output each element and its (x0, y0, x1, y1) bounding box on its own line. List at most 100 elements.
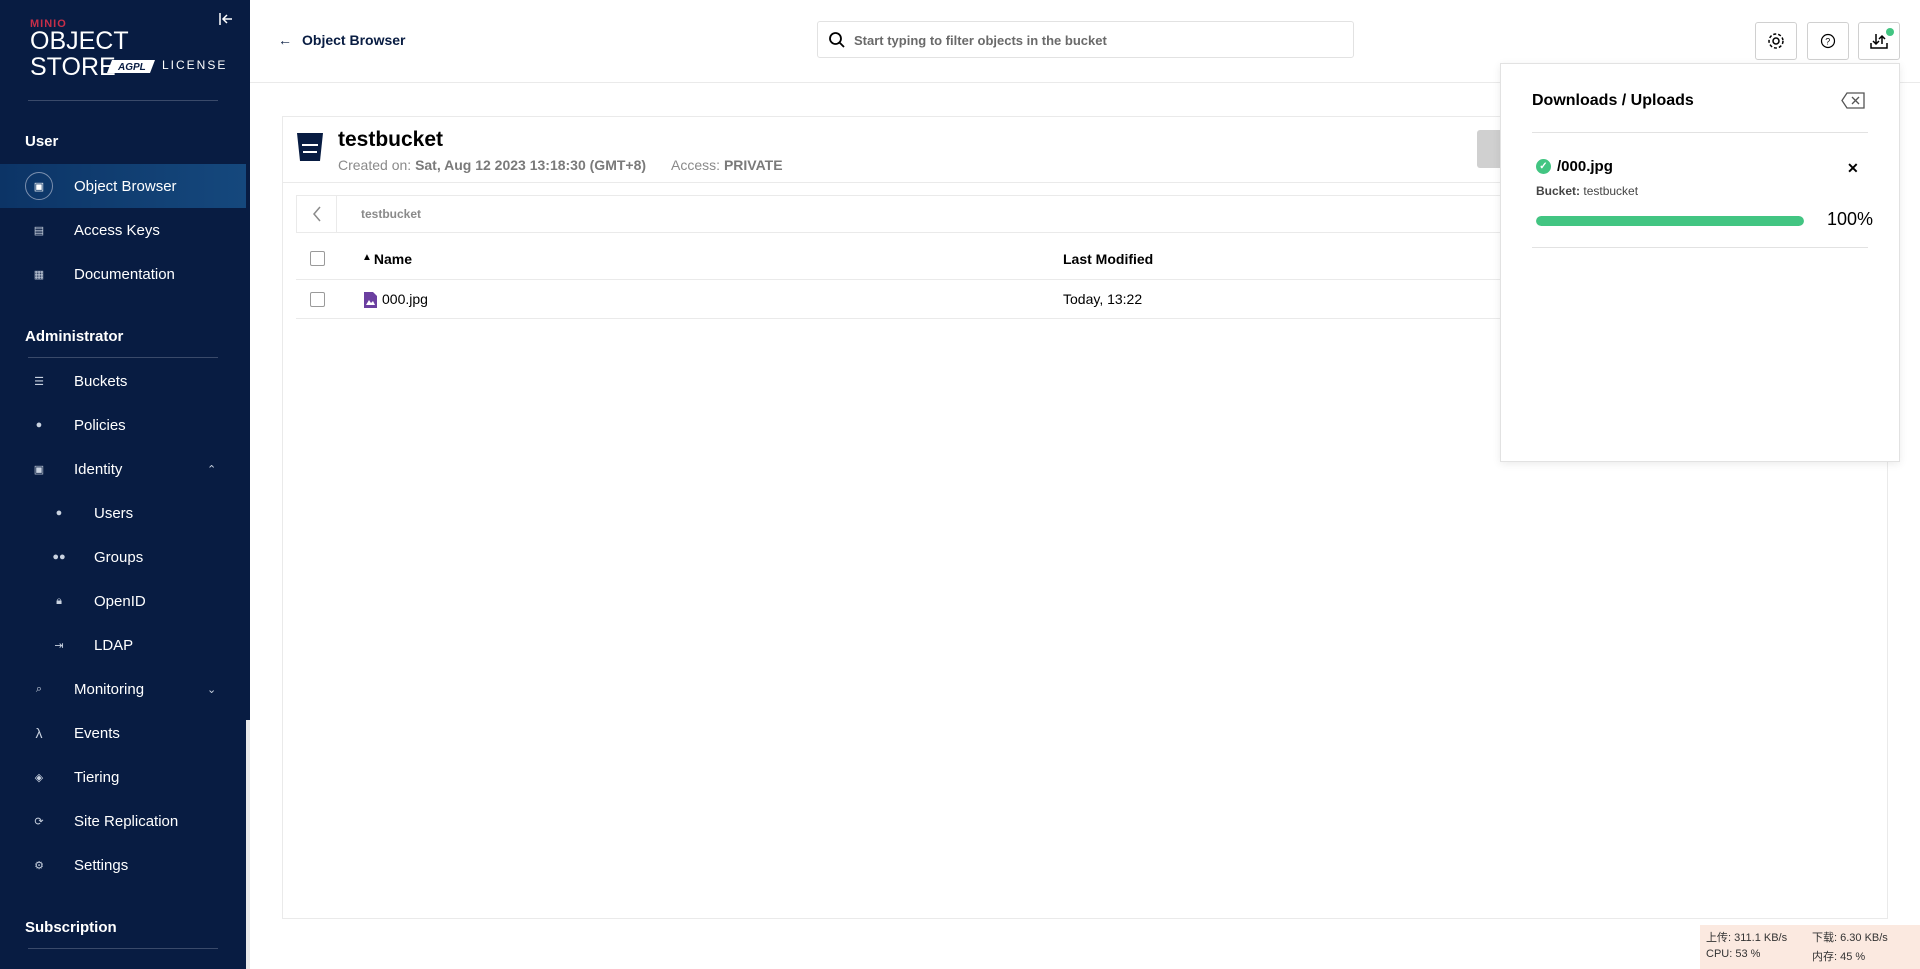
identity-icon: ▣ (33, 463, 45, 476)
progress-fill (1536, 216, 1804, 226)
sidebar-item-documentation[interactable]: ▦ Documentation (0, 252, 246, 296)
collapse-sidebar-icon[interactable] (218, 12, 236, 28)
bucket-name: testbucket (338, 128, 444, 151)
column-modified-header[interactable]: Last Modified (1063, 251, 1153, 267)
sidebar-divider (28, 948, 218, 949)
created-value: Sat, Aug 12 2023 13:18:30 (GMT+8) (415, 157, 647, 173)
sidebar-scrollbar[interactable] (246, 0, 250, 969)
scrollbar-thumb[interactable] (246, 0, 250, 720)
bucket-icon (297, 133, 323, 161)
back-to-object-browser-link[interactable]: ← Object Browser (278, 32, 405, 48)
check-circle-icon: ✓ (1536, 159, 1551, 174)
groups-icon: ●● (52, 551, 66, 563)
login-icon: ⇥ (54, 639, 64, 652)
gear-icon (1768, 33, 1784, 49)
transfer-bucket: Bucket: testbucket (1536, 184, 1638, 198)
download-speed: 下载: 6.30 KB/s (1812, 932, 1888, 944)
agpl-badge-icon: AGPL (107, 60, 155, 73)
access-value: PRIVATE (723, 157, 783, 173)
clear-all-icon[interactable] (1841, 92, 1865, 109)
sidebar-item-buckets[interactable]: ☰ Buckets (0, 359, 246, 403)
documentation-icon: ▦ (33, 268, 45, 281)
sidebar-item-label: Settings (74, 856, 129, 874)
close-icon[interactable]: ✕ (1847, 160, 1859, 177)
upload-speed: 上传: 311.1 KB/s (1706, 932, 1788, 944)
sidebar-item-access-keys[interactable]: ▤ Access Keys (0, 208, 246, 252)
bucket-label: Bucket: (1536, 184, 1581, 198)
logo-license: LICENSE (162, 58, 228, 72)
gear-icon: ⚙ (34, 859, 44, 872)
sidebar-item-ldap[interactable]: ⇥ LDAP (0, 623, 246, 667)
sort-asc-icon: ▲ (362, 252, 372, 263)
bucket-value: testbucket (1583, 184, 1639, 198)
sidebar-item-label: Documentation (74, 265, 175, 283)
sidebar-item-label: Access Keys (74, 221, 160, 239)
section-subscription: Subscription (25, 919, 117, 936)
svg-text:?: ? (1825, 37, 1830, 47)
minio-logo[interactable]: MINIO OBJECT STORE AGPL LICENSE (30, 18, 225, 80)
downloads-uploads-panel: Downloads / Uploads ✓ /000.jpg ✕ Bucket:… (1500, 63, 1900, 462)
sidebar-item-label: Groups (94, 548, 144, 566)
panel-title: Downloads / Uploads (1532, 92, 1694, 109)
sidebar-item-label: Object Browser (74, 177, 177, 195)
sidebar-item-events[interactable]: λ Events (0, 711, 246, 755)
sidebar-divider (28, 357, 218, 358)
sidebar-item-openid[interactable]: 🔒︎ OpenID (0, 579, 246, 623)
section-administrator: Administrator (25, 328, 124, 345)
search-input[interactable] (854, 30, 1334, 50)
sidebar-item-tiering[interactable]: ◈ Tiering (0, 755, 246, 799)
progress-percent: 100% (1827, 209, 1874, 229)
sidebar-item-site-replication[interactable]: ⟳ Site Replication (0, 799, 246, 843)
divider (1532, 247, 1868, 248)
user-icon: ● (55, 507, 63, 519)
sidebar-item-monitoring[interactable]: ⌕ Monitoring ⌄ (0, 667, 246, 711)
settings-button[interactable] (1755, 22, 1797, 60)
sidebar-item-label: Tiering (74, 768, 120, 786)
buckets-icon: ☰ (34, 375, 44, 388)
row-checkbox[interactable] (310, 292, 325, 307)
column-name-header[interactable]: ▲ Name (362, 251, 412, 267)
file-name: 000.jpg (382, 291, 428, 307)
sidebar: MINIO OBJECT STORE AGPL LICENSE User ▣ O… (0, 0, 246, 969)
object-filter-search[interactable] (817, 21, 1354, 58)
sidebar-item-label: Identity (74, 460, 123, 478)
sidebar-item-label: Events (74, 724, 120, 742)
status-dot (1886, 28, 1894, 36)
object-browser-icon: ▣ (25, 172, 53, 200)
divider (1532, 132, 1868, 133)
file-modified: Today, 13:22 (1063, 291, 1143, 307)
sidebar-item-object-browser[interactable]: ▣ Object Browser (0, 164, 246, 208)
progress-bar (1536, 216, 1804, 226)
policies-icon: ● (35, 419, 43, 431)
sidebar-item-label: OpenID (94, 592, 146, 610)
created-label: Created on: (338, 157, 412, 173)
breadcrumb-path[interactable]: testbucket (361, 207, 421, 221)
chevron-left-icon (312, 206, 321, 222)
network-monitor-widget: 上传: 311.1 KB/s 下载: 6.30 KB/s CPU: 53 % 内… (1700, 925, 1920, 969)
sidebar-item-identity[interactable]: ▣ Identity ⌃ (0, 447, 246, 491)
image-file-icon (364, 292, 377, 308)
lambda-icon: λ (35, 725, 43, 741)
downloads-uploads-button[interactable] (1858, 22, 1900, 60)
sidebar-item-label: Users (94, 504, 134, 522)
sidebar-divider (28, 100, 218, 101)
help-icon: ? (1820, 33, 1836, 49)
arrow-left-icon: ← (278, 32, 292, 48)
sidebar-item-label: Buckets (74, 372, 128, 390)
sidebar-item-groups[interactable]: ●● Groups (0, 535, 246, 579)
sidebar-item-policies[interactable]: ● Policies (0, 403, 246, 447)
sidebar-item-settings[interactable]: ⚙ Settings (0, 843, 246, 887)
sidebar-item-users[interactable]: ● Users (0, 491, 246, 535)
chevron-down-icon: ⌄ (207, 683, 217, 696)
access-label: Access: (671, 157, 721, 173)
sidebar-item-label: Site Replication (74, 812, 179, 830)
select-all-checkbox[interactable] (310, 251, 325, 266)
transfer-item: ✓ /000.jpg (1536, 158, 1613, 175)
memory-usage: 内存: 45 % (1812, 951, 1866, 963)
replication-icon: ⟳ (34, 815, 44, 828)
sidebar-item-label: Monitoring (74, 680, 145, 698)
search-icon (829, 32, 845, 48)
layers-icon: ◈ (34, 771, 44, 784)
breadcrumb-back-button[interactable] (297, 196, 337, 232)
help-button[interactable]: ? (1807, 22, 1849, 60)
